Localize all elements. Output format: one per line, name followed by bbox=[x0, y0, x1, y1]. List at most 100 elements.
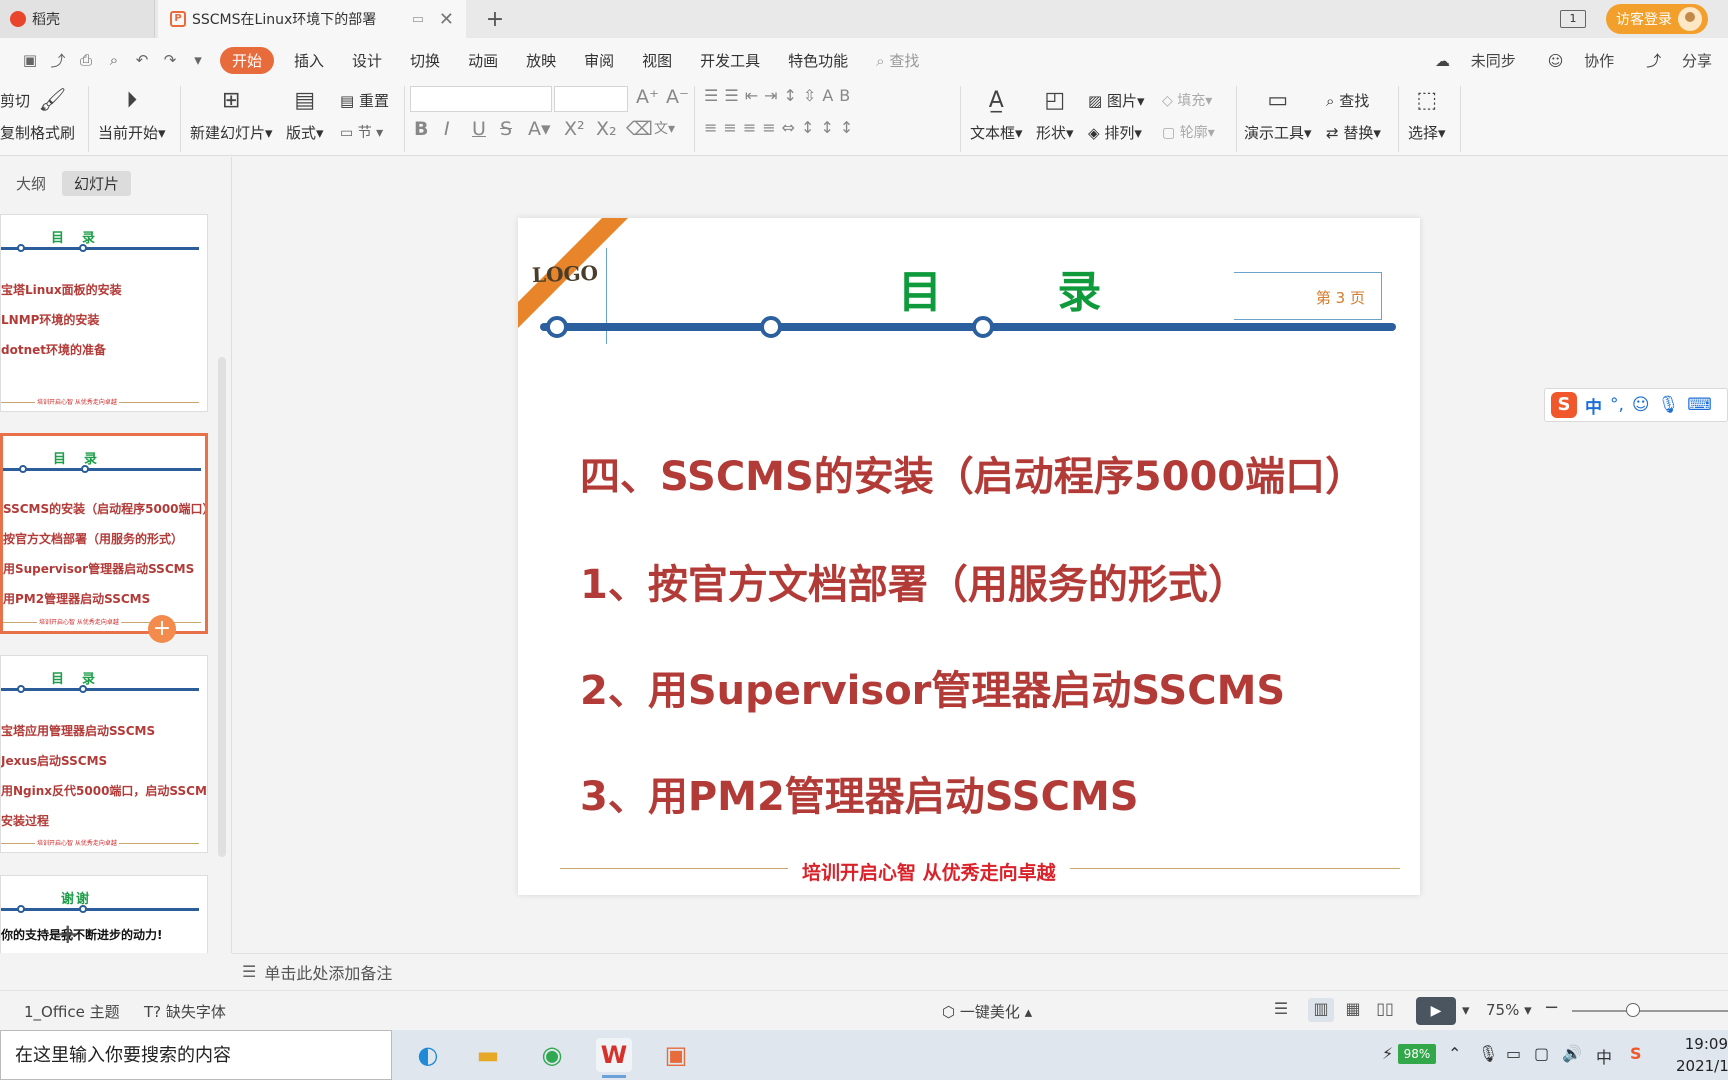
network-icon[interactable]: ▢ bbox=[1534, 1044, 1549, 1063]
reading-view-icon[interactable]: ▯▯ bbox=[1372, 998, 1398, 1022]
battery-icon[interactable]: ▭ bbox=[1506, 1044, 1521, 1063]
missing-font-button[interactable]: T? 缺失字体 bbox=[144, 1001, 226, 1022]
volume-icon[interactable]: 🔊 bbox=[1562, 1044, 1582, 1063]
customize-dropdown-icon[interactable]: ▾ bbox=[186, 51, 210, 69]
outline-button[interactable]: ▢ 轮廓▾ bbox=[1162, 122, 1215, 142]
slide-item-1[interactable]: 四、SSCMS的安装（启动程序5000端口） bbox=[580, 444, 1365, 502]
add-slide-button[interactable]: + bbox=[56, 917, 79, 950]
menu-features[interactable]: 特色功能 bbox=[788, 50, 848, 71]
from-current-button[interactable]: ⏵ 当前开始▾ bbox=[98, 86, 166, 143]
tab-outline[interactable]: 大纲 bbox=[4, 171, 58, 196]
sogou-tray-icon[interactable]: S bbox=[1630, 1044, 1642, 1063]
play-dropdown-icon[interactable]: ▾ bbox=[1462, 1001, 1470, 1019]
beautify-button[interactable]: ⬡ 一键美化 ▴ bbox=[942, 1001, 1032, 1022]
redo-icon[interactable]: ↷ bbox=[158, 51, 182, 69]
bold-icon[interactable]: B bbox=[414, 118, 428, 140]
tab-slides[interactable]: 幻灯片 bbox=[62, 171, 132, 196]
save-icon[interactable]: ▣ bbox=[18, 51, 42, 69]
pin-icon[interactable]: ▭ bbox=[412, 12, 424, 27]
sync-status[interactable]: ☁ 未同步 bbox=[1435, 50, 1532, 71]
decrease-font-icon[interactable]: A⁻ bbox=[666, 86, 689, 108]
slide-title[interactable]: 目 录 bbox=[898, 256, 1151, 320]
menu-view[interactable]: 视图 bbox=[642, 50, 672, 71]
mic-icon[interactable]: 🎙 bbox=[1658, 395, 1680, 415]
keyboard-icon[interactable]: ⌨ bbox=[1687, 395, 1712, 415]
zoom-slider-handle[interactable] bbox=[1626, 1003, 1640, 1017]
add-slide-float-button[interactable]: + bbox=[148, 615, 176, 643]
find-button[interactable]: ⌕ 查找 bbox=[1326, 90, 1369, 111]
section-button[interactable]: ▭ 节 ▾ bbox=[340, 122, 383, 142]
select-button[interactable]: ⬚ 选择▾ bbox=[1408, 86, 1446, 143]
panel-scrollbar[interactable] bbox=[218, 357, 226, 857]
font-family-select[interactable] bbox=[410, 86, 552, 112]
menu-search[interactable]: ⌕ 查找 bbox=[876, 50, 919, 71]
clear-format-icon[interactable]: ⌫ bbox=[626, 118, 653, 140]
menu-design[interactable]: 设计 bbox=[352, 50, 382, 71]
battery-indicator[interactable]: 98% bbox=[1398, 1044, 1436, 1064]
textbox-button[interactable]: A̲ 文本框▾ bbox=[970, 86, 1023, 143]
share-button[interactable]: ⤴ 分享 bbox=[1646, 50, 1728, 71]
slide-canvas[interactable]: LOGO 目 录 第 3 页 四、SSCMS的安装（启动程序5000端口） 1、… bbox=[518, 218, 1420, 895]
file-explorer-icon[interactable]: ▬ bbox=[470, 1038, 506, 1072]
fill-button[interactable]: ◇ 填充▾ bbox=[1162, 90, 1212, 110]
format-painter-button[interactable]: 🖌 格式刷 bbox=[30, 86, 75, 143]
tab-document[interactable]: P SSCMS在Linux环境下的部署 ▭ ✕ bbox=[158, 0, 466, 38]
sogou-logo-icon[interactable]: S bbox=[1551, 392, 1577, 418]
strikethrough-icon[interactable]: S bbox=[500, 118, 512, 140]
ime-mode[interactable]: 中 bbox=[1585, 393, 1602, 418]
slide-thumbnail-4[interactable]: 目录 宝塔应用管理器启动SSCMS Jexus启动SSCMS 用Nginx反代5… bbox=[0, 655, 208, 853]
slide-item-3[interactable]: 2、用Supervisor管理器启动SSCMS bbox=[580, 658, 1285, 716]
menu-developer[interactable]: 开发工具 bbox=[700, 50, 760, 71]
menu-review[interactable]: 审阅 bbox=[584, 50, 614, 71]
collab-button[interactable]: ☺ 协作 bbox=[1548, 50, 1630, 71]
slide-item-4[interactable]: 3、用PM2管理器启动SSCMS bbox=[580, 764, 1139, 822]
export-icon[interactable]: ⤴ bbox=[46, 50, 70, 71]
menu-insert[interactable]: 插入 bbox=[294, 50, 324, 71]
emoji-icon[interactable]: ☺ bbox=[1632, 395, 1650, 415]
chrome-icon[interactable]: ◉ bbox=[534, 1038, 570, 1072]
shape-button[interactable]: ◰ 形状▾ bbox=[1036, 86, 1074, 143]
menu-slideshow[interactable]: 放映 bbox=[526, 50, 556, 71]
new-tab-button[interactable]: + bbox=[480, 0, 510, 38]
layout-button[interactable]: ▤ 版式▾ bbox=[286, 86, 324, 143]
zoom-out-icon[interactable]: − bbox=[1544, 997, 1559, 1018]
undo-icon[interactable]: ↶ bbox=[130, 51, 154, 69]
subscript-icon[interactable]: X₂ bbox=[596, 118, 617, 140]
increase-font-icon[interactable]: A⁺ bbox=[636, 86, 659, 108]
theme-name[interactable]: 1_Office 主题 bbox=[24, 1001, 120, 1022]
zoom-level[interactable]: 75% ▾ bbox=[1486, 1001, 1532, 1019]
zoom-slider[interactable] bbox=[1572, 1010, 1728, 1012]
present-tool-button[interactable]: ▭ 演示工具▾ bbox=[1244, 86, 1312, 143]
arrange-button[interactable]: ◈ 排列▾ bbox=[1088, 122, 1142, 143]
font-size-select[interactable] bbox=[554, 86, 628, 112]
menu-transition[interactable]: 切换 bbox=[410, 50, 440, 71]
slide-thumbnail-5[interactable]: 谢谢 你的支持是我不断进步的动力! bbox=[0, 875, 208, 953]
picture-button[interactable]: ▨ 图片▾ bbox=[1088, 90, 1145, 111]
font-color-icon[interactable]: A▾ bbox=[528, 118, 551, 140]
menu-start[interactable]: 开始 bbox=[220, 46, 275, 74]
edge-icon[interactable]: ◐ bbox=[410, 1038, 446, 1072]
print-icon[interactable]: ⎙ bbox=[74, 51, 98, 69]
tab-home[interactable]: 稻壳 bbox=[0, 0, 155, 38]
paragraph-tools-top[interactable]: ☰☰⇤⇥↕⇳AB bbox=[704, 86, 856, 105]
underline-icon[interactable]: U bbox=[472, 118, 486, 140]
replace-button[interactable]: ⇄ 替换▾ bbox=[1326, 122, 1381, 143]
print-preview-icon[interactable]: ⌕ bbox=[102, 51, 126, 69]
window-count-icon[interactable]: 1 bbox=[1560, 10, 1586, 28]
superscript-icon[interactable]: X² bbox=[564, 118, 585, 140]
italic-icon[interactable]: I bbox=[444, 118, 450, 140]
taskbar-search-input[interactable]: 在这里输入你要搜索的内容 bbox=[0, 1030, 392, 1080]
slide-thumbnail-3-selected[interactable]: 目录 SSCMS的安装（启动程序5000端口） 按官方文档部署（用服务的形式） … bbox=[0, 433, 208, 634]
cut-button[interactable]: 剪切 bbox=[0, 90, 30, 111]
copy-button[interactable]: 复制 bbox=[0, 122, 30, 143]
new-slide-button[interactable]: ⊞ 新建幻灯片▾ bbox=[190, 86, 273, 143]
menu-animation[interactable]: 动画 bbox=[468, 50, 498, 71]
close-tab-icon[interactable]: ✕ bbox=[439, 9, 454, 30]
wps-presentation-icon[interactable]: ▣ bbox=[658, 1038, 694, 1072]
ime-indicator[interactable]: 中 bbox=[1596, 1044, 1612, 1068]
microphone-icon[interactable]: 🎙 bbox=[1478, 1044, 1498, 1063]
notes-area[interactable]: ☰ 单击此处添加备注 bbox=[232, 953, 1728, 989]
chevron-up-icon[interactable]: ⌃ bbox=[1448, 1044, 1461, 1063]
login-button[interactable]: 访客登录 bbox=[1606, 4, 1708, 34]
slide-item-2[interactable]: 1、按官方文档部署（用服务的形式） bbox=[580, 552, 1248, 610]
